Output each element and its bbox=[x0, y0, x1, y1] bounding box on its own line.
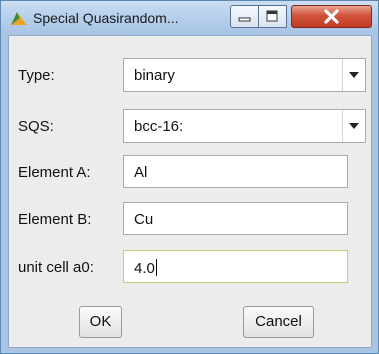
text-caret bbox=[155, 259, 157, 276]
type-label: Type: bbox=[18, 67, 55, 84]
minimize-icon bbox=[238, 17, 251, 22]
element-b-label: Element B: bbox=[18, 211, 92, 228]
ok-button[interactable]: OK bbox=[79, 306, 122, 338]
unit-cell-value: 4.0 bbox=[134, 259, 157, 277]
unit-cell-text: 4.0 bbox=[134, 260, 155, 277]
close-icon bbox=[324, 9, 339, 24]
unit-cell-label: unit cell a0: bbox=[18, 259, 94, 276]
sqs-select[interactable]: bcc-16: bbox=[123, 109, 366, 143]
type-dropdown-button[interactable] bbox=[342, 59, 365, 91]
element-a-input[interactable]: Al bbox=[123, 155, 348, 188]
window-title: Special Quasirandom... bbox=[33, 10, 179, 26]
title-bar[interactable]: Special Quasirandom... bbox=[1, 1, 378, 35]
element-a-label: Element A: bbox=[18, 164, 91, 181]
unit-cell-input[interactable]: 4.0 bbox=[123, 250, 348, 283]
app-icon bbox=[10, 10, 28, 26]
element-b-input[interactable]: Cu bbox=[123, 202, 348, 235]
sqs-value: bcc-16: bbox=[134, 118, 184, 135]
chevron-down-icon bbox=[349, 123, 359, 129]
type-select[interactable]: binary bbox=[123, 58, 366, 92]
close-button[interactable] bbox=[291, 5, 372, 28]
element-a-value: Al bbox=[134, 164, 148, 181]
minimize-button[interactable] bbox=[230, 5, 260, 28]
element-b-value: Cu bbox=[134, 211, 154, 228]
type-value: binary bbox=[134, 67, 175, 84]
maximize-button[interactable] bbox=[258, 5, 287, 28]
maximize-icon bbox=[266, 10, 278, 22]
sqs-label: SQS: bbox=[18, 118, 54, 135]
cancel-button[interactable]: Cancel bbox=[243, 306, 314, 338]
chevron-down-icon bbox=[349, 72, 359, 78]
sqs-dropdown-button[interactable] bbox=[342, 110, 365, 142]
